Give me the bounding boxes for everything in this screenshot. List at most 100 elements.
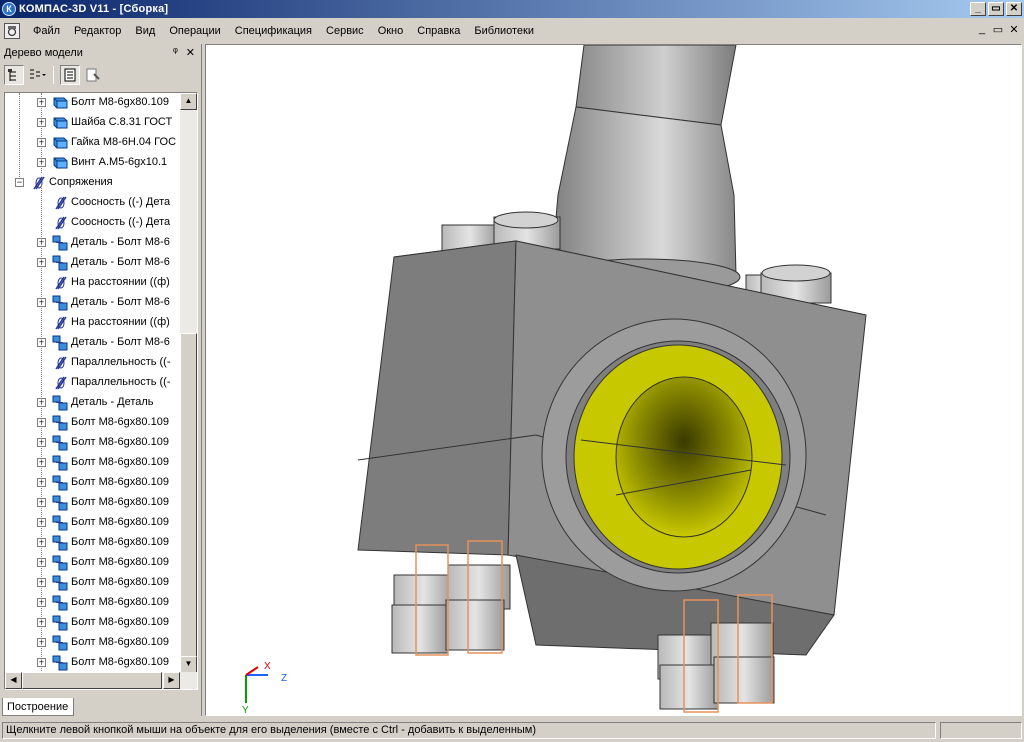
bushing-bore	[615, 376, 753, 538]
tree-node-label: Сопряжения	[49, 176, 113, 188]
tree-node[interactable]: + Гайка М8-6Н.04 ГОС	[5, 133, 181, 153]
model-tree-header[interactable]: Дерево модели ᵠ ✕	[0, 44, 201, 62]
tree-properties-icon[interactable]	[83, 65, 103, 85]
tree-node[interactable]: + Болт М8-6gx80.109	[5, 533, 181, 553]
model-viewport[interactable]: X Z Y	[205, 44, 1022, 716]
mate-icon	[29, 175, 47, 191]
tree-node-label: Болт М8-6gx80.109	[71, 576, 169, 588]
model-tree[interactable]: + Болт М8-6gx80.109 + Шайба С.8.31 ГОСТ + Гай…	[4, 92, 198, 690]
mate-icon	[51, 215, 69, 231]
toolbar-separator	[53, 66, 54, 84]
tree-node[interactable]: На расстоянии ((ф)	[5, 313, 181, 333]
menu-operations[interactable]: Операции	[162, 20, 227, 42]
menu-specification[interactable]: Спецификация	[228, 20, 319, 42]
scroll-down-icon[interactable]: ▼	[180, 656, 197, 673]
scroll-up-icon[interactable]: ▲	[180, 93, 197, 110]
tree-node-label: Деталь - Деталь	[71, 396, 154, 408]
mate-icon	[51, 195, 69, 211]
menu-view[interactable]: Вид	[128, 20, 162, 42]
tree-node[interactable]: + Деталь - Болт М8-6	[5, 233, 181, 253]
menu-editor[interactable]: Редактор	[67, 20, 128, 42]
doc-close-button[interactable]: ✕	[1008, 23, 1020, 36]
tree-node[interactable]: + Болт М8-6gx80.109	[5, 573, 181, 593]
document-system-menu-icon[interactable]	[4, 23, 20, 39]
collapse-icon[interactable]: −	[15, 178, 24, 187]
tree-view-mode-icon[interactable]	[27, 65, 47, 85]
component-icon	[51, 115, 69, 131]
status-bar: Щелкните левой кнопкой мыши на объекте д…	[0, 720, 1024, 742]
tree-node[interactable]: + Болт М8-6gx80.109	[5, 633, 181, 653]
tree-node-label: На расстоянии ((ф)	[71, 276, 170, 288]
mate-icon	[51, 355, 69, 371]
model-tree-panel: Дерево модели ᵠ ✕ + Болт М8-6gx80.109 + Шай…	[0, 44, 202, 716]
tree-node[interactable]: + Болт М8-6gx80.109	[5, 413, 181, 433]
tree-node[interactable]: Параллельность ((-	[5, 353, 181, 373]
tree-node-label: Параллельность ((-	[71, 376, 171, 388]
scroll-right-icon[interactable]: ▶	[163, 672, 180, 689]
axis-y-label: Y	[242, 705, 249, 716]
mate-group-icon	[51, 655, 69, 671]
axis-z-label: Z	[281, 673, 287, 684]
tree-node[interactable]: + Деталь - Болт М8-6	[5, 333, 181, 353]
status-message: Щелкните левой кнопкой мыши на объекте д…	[2, 722, 936, 739]
tree-node-label: Деталь - Болт М8-6	[71, 296, 170, 308]
menu-service[interactable]: Сервис	[319, 20, 371, 42]
tree-node-label: Болт М8-6gx80.109	[71, 656, 169, 668]
tree-document-icon[interactable]	[60, 65, 80, 85]
tree-horizontal-scrollbar[interactable]: ◀ ▶	[5, 672, 197, 689]
tree-node-label: Деталь - Болт М8-6	[71, 256, 170, 268]
tree-node[interactable]: + Деталь - Деталь	[5, 393, 181, 413]
minimize-button[interactable]: _	[970, 2, 986, 16]
component-icon	[51, 135, 69, 151]
restore-button[interactable]: ▭	[988, 2, 1004, 16]
tree-node[interactable]: Соосность ((-) Дета	[5, 213, 181, 233]
tree-node[interactable]: + Болт М8-6gx80.109	[5, 453, 181, 473]
mate-group-icon	[51, 455, 69, 471]
panel-close-icon[interactable]: ✕	[186, 46, 195, 59]
menu-libraries[interactable]: Библиотеки	[467, 20, 541, 42]
tree-vertical-scrollbar[interactable]: ▲ ▼	[180, 93, 197, 673]
tree-node[interactable]: + Деталь - Болт М8-6	[5, 253, 181, 273]
tree-node-label: Болт М8-6gx80.109	[71, 536, 169, 548]
tree-node-label: На расстоянии ((ф)	[71, 316, 170, 328]
tree-node[interactable]: На расстоянии ((ф)	[5, 273, 181, 293]
tree-node[interactable]: Параллельность ((-	[5, 373, 181, 393]
tree-node[interactable]: + Болт М8-6gx80.109	[5, 653, 181, 673]
doc-restore-button[interactable]: ▭	[992, 23, 1004, 36]
tree-node[interactable]: + Болт М8-6gx80.109	[5, 493, 181, 513]
tree-node[interactable]: + Болт М8-6gx80.109	[5, 553, 181, 573]
doc-minimize-button[interactable]: _	[976, 23, 988, 36]
tree-node-mates[interactable]: − Сопряжения	[5, 173, 181, 193]
tree-node[interactable]: + Болт М8-6gx80.109	[5, 93, 181, 113]
tree-node[interactable]: + Болт М8-6gx80.109	[5, 473, 181, 493]
tab-construction[interactable]: Построение	[2, 698, 74, 716]
axis-triad	[245, 666, 268, 703]
close-button[interactable]: ✕	[1006, 2, 1022, 16]
assembly-3d-view: X Z Y	[242, 45, 867, 716]
menu-window[interactable]: Окно	[371, 20, 411, 42]
tree-node[interactable]: Соосность ((-) Дета	[5, 193, 181, 213]
tree-node[interactable]: + Винт А.М5-6gx10.1	[5, 153, 181, 173]
tree-node[interactable]: + Болт М8-6gx80.109	[5, 613, 181, 633]
tree-node[interactable]: + Деталь - Болт М8-6	[5, 293, 181, 313]
pin-icon[interactable]: ᵠ	[173, 46, 178, 59]
tree-node-label: Винт А.М5-6gx10.1	[71, 156, 168, 168]
menu-file[interactable]: Файл	[26, 20, 67, 42]
tree-node[interactable]: + Болт М8-6gx80.109	[5, 433, 181, 453]
tree-node[interactable]: + Болт М8-6gx80.109	[5, 593, 181, 613]
kompas-app-icon[interactable]: К	[2, 2, 16, 16]
menu-help[interactable]: Справка	[410, 20, 467, 42]
tree-node[interactable]: + Болт М8-6gx80.109	[5, 513, 181, 533]
bottom-bolts-left	[391, 540, 511, 656]
title-bar[interactable]: К КОМПАС-3D V11 - [Сборка] _ ▭ ✕	[0, 0, 1024, 18]
tree-node-label: Гайка М8-6Н.04 ГОС	[71, 136, 177, 148]
tree-node-label: Болт М8-6gx80.109	[71, 596, 169, 608]
hscroll-thumb[interactable]	[22, 672, 162, 689]
tree-node[interactable]: + Шайба С.8.31 ГОСТ	[5, 113, 181, 133]
scroll-thumb[interactable]	[180, 333, 197, 673]
scroll-left-icon[interactable]: ◀	[5, 672, 22, 689]
status-secondary-pane	[940, 722, 1022, 739]
mate-group-icon	[51, 475, 69, 491]
tree-structure-icon[interactable]	[4, 65, 24, 85]
mate-group-icon	[51, 295, 69, 311]
